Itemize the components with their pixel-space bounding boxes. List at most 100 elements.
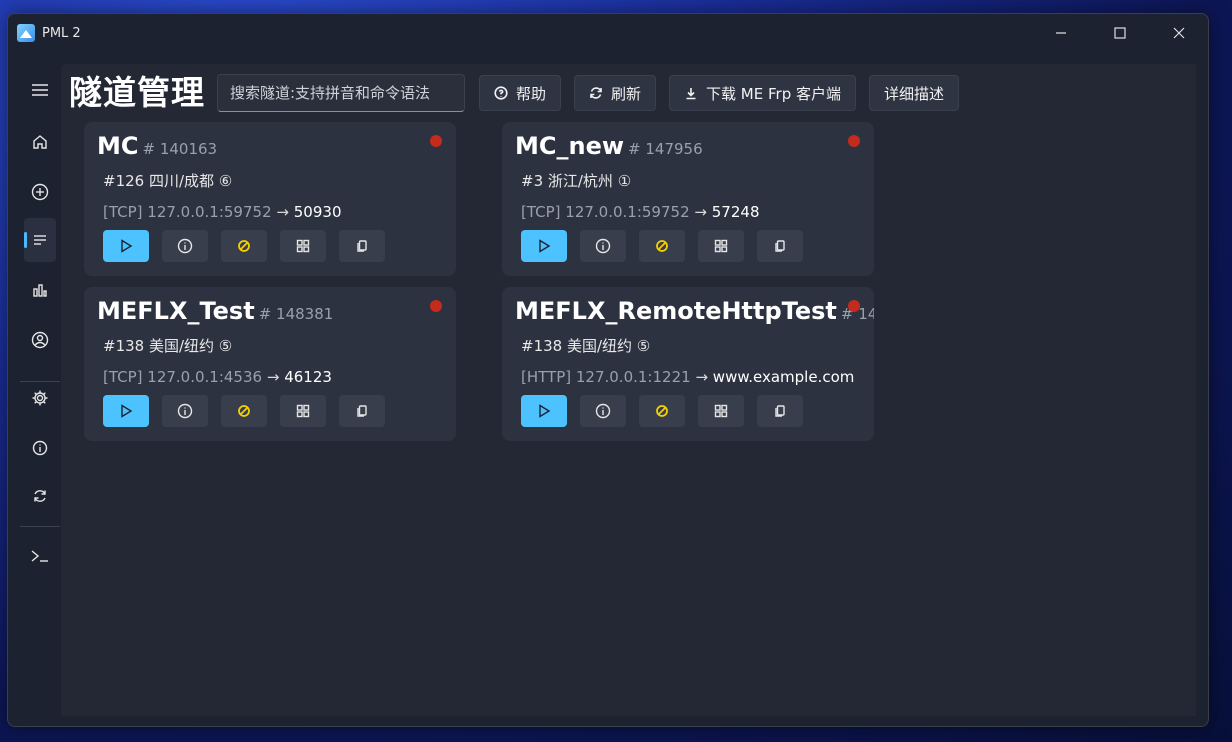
tunnel-remote: www.example.com xyxy=(712,368,855,386)
title-bar: PML 2 xyxy=(8,14,1208,52)
status-indicator xyxy=(848,300,860,312)
nav-home[interactable] xyxy=(24,120,56,164)
play-icon xyxy=(121,404,133,418)
play-icon xyxy=(539,404,551,418)
arrow-icon: → xyxy=(276,203,289,221)
info-button[interactable] xyxy=(580,230,626,262)
minimize-button[interactable] xyxy=(1031,14,1090,52)
home-icon xyxy=(33,135,47,149)
tunnel-id: # 147956 xyxy=(628,140,703,158)
copy-icon xyxy=(357,405,367,417)
tunnel-card[interactable]: MEFLX_Test # 148381 #138 美国/纽约 ⑤ [TCP] 12… xyxy=(84,287,456,441)
tunnel-card[interactable]: MC # 140163 #126 四川/成都 ⑥ [TCP] 127.0.0.1:… xyxy=(84,122,456,276)
tunnel-local-address: [TCP] 127.0.0.1:59752 xyxy=(521,203,690,221)
nav-account[interactable] xyxy=(24,318,56,362)
disable-button[interactable] xyxy=(221,230,267,262)
window-title: PML 2 xyxy=(42,25,81,41)
grid-icon xyxy=(296,404,310,418)
block-icon xyxy=(656,405,668,417)
info-button[interactable] xyxy=(162,230,208,262)
copy-button[interactable] xyxy=(757,395,803,427)
tunnel-id: # 148381 xyxy=(258,305,334,323)
info-icon xyxy=(595,238,611,254)
tunnel-address: [TCP] 127.0.0.1:59752 → 57248 xyxy=(521,203,759,221)
nav-console[interactable] xyxy=(24,534,56,578)
grid-icon xyxy=(714,239,728,253)
list-icon xyxy=(34,235,46,245)
help-label: 帮助 xyxy=(516,84,547,103)
tunnel-local-address: [TCP] 127.0.0.1:4536 xyxy=(103,368,263,386)
info-icon xyxy=(177,403,193,419)
app-logo-icon xyxy=(17,24,35,42)
download-client-button[interactable]: 下载 ME Frp 客户端 xyxy=(669,75,856,111)
tunnel-name: MEFLX_Test xyxy=(97,297,255,325)
tunnel-name-row: MC # 140163 xyxy=(97,132,217,160)
start-button[interactable] xyxy=(521,395,567,427)
search-input[interactable]: 搜索隧道:支持拼音和命令语法 xyxy=(217,74,465,112)
info-icon xyxy=(177,238,193,254)
copy-button[interactable] xyxy=(339,230,385,262)
disable-button[interactable] xyxy=(221,395,267,427)
page-title: 隧道管理 xyxy=(69,73,205,112)
tunnel-name-row: MEFLX_Test # 148381 xyxy=(97,297,333,325)
refresh-button[interactable]: 刷新 xyxy=(574,75,657,111)
nav-tunnel-management[interactable] xyxy=(24,218,56,262)
download-client-label: 下载 ME Frp 客户端 xyxy=(706,84,841,103)
refresh-icon xyxy=(590,87,602,99)
tunnel-local-address: [HTTP] 127.0.0.1:1221 xyxy=(521,368,691,386)
close-button[interactable] xyxy=(1149,14,1208,52)
tunnel-card[interactable]: MC_new # 147956 #3 浙江/杭州 ① [TCP] 127.0.0.… xyxy=(502,122,874,276)
info-button[interactable] xyxy=(162,395,208,427)
nav-update[interactable] xyxy=(24,474,56,518)
tunnel-address: [HTTP] 127.0.0.1:1221 → www.example.com xyxy=(521,368,854,386)
tunnel-id: # 140163 xyxy=(142,140,218,158)
tunnel-name: MEFLX_RemoteHttpTest xyxy=(515,297,837,325)
copy-button[interactable] xyxy=(757,230,803,262)
tunnel-node: #138 美国/纽约 ⑤ xyxy=(521,337,651,355)
status-indicator xyxy=(430,135,442,147)
menu-toggle-button[interactable] xyxy=(24,68,56,112)
main-content: 隧道管理 搜索隧道:支持拼音和命令语法 帮助 刷新 下载 ME Frp 客户端 … xyxy=(61,64,1196,716)
nav-statistics[interactable] xyxy=(24,268,56,312)
disable-button[interactable] xyxy=(639,230,685,262)
close-icon xyxy=(1173,27,1184,39)
info-button[interactable] xyxy=(580,395,626,427)
help-button[interactable]: 帮助 xyxy=(479,75,562,111)
tunnel-name-row: MEFLX_RemoteHttpTest# 148385 xyxy=(515,297,874,325)
tunnel-actions xyxy=(103,395,398,427)
tunnel-card[interactable]: MEFLX_RemoteHttpTest# 148385 #138 美国/纽约 … xyxy=(502,287,874,441)
bar-chart-icon xyxy=(33,284,47,297)
details-button[interactable]: 详细描述 xyxy=(868,75,959,111)
more-button[interactable] xyxy=(280,230,326,262)
nav-about[interactable] xyxy=(24,426,56,470)
disable-button[interactable] xyxy=(639,395,685,427)
more-button[interactable] xyxy=(698,395,744,427)
more-button[interactable] xyxy=(280,395,326,427)
start-button[interactable] xyxy=(103,395,149,427)
add-circle-icon xyxy=(31,183,49,201)
terminal-icon xyxy=(31,550,48,562)
nav-settings[interactable] xyxy=(24,376,56,420)
info-icon xyxy=(32,440,48,456)
help-icon xyxy=(494,86,508,100)
sync-icon xyxy=(34,490,46,502)
details-label: 详细描述 xyxy=(883,84,944,103)
tunnel-actions xyxy=(521,230,816,262)
tunnel-name: MC_new xyxy=(515,132,625,160)
download-icon xyxy=(686,88,696,100)
refresh-label: 刷新 xyxy=(611,84,642,103)
maximize-icon xyxy=(1113,27,1126,39)
tunnel-node: #3 浙江/杭州 ① xyxy=(521,172,632,190)
status-indicator xyxy=(848,135,860,147)
nav-create-tunnel[interactable] xyxy=(24,170,56,214)
copy-button[interactable] xyxy=(339,395,385,427)
arrow-icon: → xyxy=(695,368,709,386)
start-button[interactable] xyxy=(521,230,567,262)
play-icon xyxy=(121,239,133,253)
more-button[interactable] xyxy=(698,230,744,262)
tunnel-node: #126 四川/成都 ⑥ xyxy=(103,172,233,190)
minimize-icon xyxy=(1055,32,1066,34)
maximize-button[interactable] xyxy=(1090,14,1149,52)
start-button[interactable] xyxy=(103,230,149,262)
arrow-icon: → xyxy=(266,368,280,386)
